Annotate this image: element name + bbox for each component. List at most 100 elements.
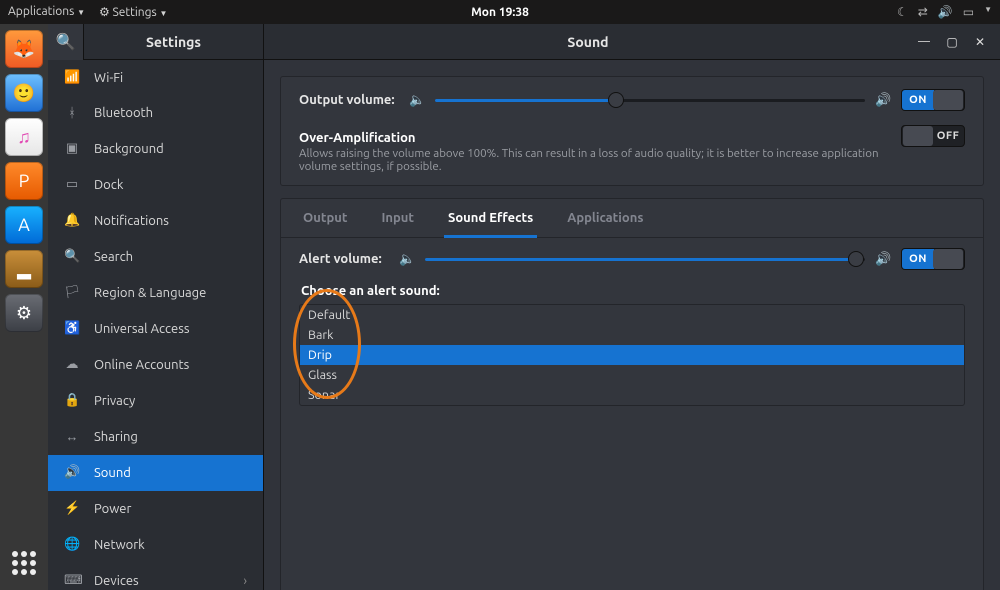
online-accounts-icon: ☁ (64, 357, 80, 372)
dock-files[interactable]: 🙂 (5, 74, 43, 112)
battery-icon[interactable]: ▭ (963, 5, 974, 19)
dock-software[interactable]: A (5, 206, 43, 244)
sidebar-item-wi-fi[interactable]: 📶 Wi-Fi (48, 60, 263, 96)
output-volume-label: Output volume: (299, 93, 399, 107)
night-icon[interactable]: ☾ (897, 5, 908, 19)
panel-title: Sound (264, 34, 912, 50)
power-menu-icon[interactable]: ▼ (984, 5, 992, 19)
dock-firefox[interactable]: 🦊 (5, 30, 43, 68)
settings-sidebar[interactable]: 📶 Wi-Fi ᚼ Bluetooth ▣ Background ▭ Dock 🔔 Notific… (48, 60, 264, 590)
tab-output[interactable]: Output (299, 199, 351, 238)
notifications-icon: 🔔 (64, 213, 80, 228)
sidebar-item-label: Region & Language (94, 286, 206, 300)
header-search-button[interactable]: 🔍 (48, 24, 84, 60)
sound-tabs-card: Output Input Sound Effects Applications Ale… (280, 198, 984, 590)
sidebar-item-region-language[interactable]: 🏳 Region & Language (48, 275, 263, 311)
bluetooth-icon: ᚼ (64, 106, 80, 120)
sidebar-item-network[interactable]: 🌐 Network (48, 527, 263, 563)
speaker-high-icon: 🔊 (875, 93, 891, 108)
network-icon: 🌐 (64, 537, 80, 552)
top-panel: Applications ▼ ⚙ Settings ▼ Mon 19:38 ☾ … (0, 0, 1000, 24)
tab-applications[interactable]: Applications (563, 199, 647, 238)
sidebar-item-sharing[interactable]: ↔ Sharing (48, 419, 263, 455)
sidebar-item-label: Network (94, 538, 145, 552)
sidebar-item-label: Power (94, 502, 131, 516)
dock: 🦊 🙂 ♫ P A ▂ ⚙ (0, 24, 48, 590)
settings-window: 🔍 Settings Sound — ▢ ✕ 📶 Wi-Fi ᚼ Bluetooth ▣… (48, 24, 1000, 590)
tab-sound-effects[interactable]: Sound Effects (444, 199, 537, 238)
speaker-high-icon: 🔊 (875, 252, 891, 267)
alert-sound-drip[interactable]: Drip (300, 345, 964, 365)
alert-sound-sonar[interactable]: Sonar (300, 385, 964, 405)
clock[interactable]: Mon 19:38 (471, 6, 529, 19)
applications-menu[interactable]: Applications ▼ (8, 5, 85, 19)
titlebar: 🔍 Settings Sound — ▢ ✕ (48, 24, 1000, 60)
sidebar-item-dock[interactable]: ▭ Dock (48, 167, 263, 203)
sidebar-item-search[interactable]: 🔍Search (48, 239, 263, 275)
sound-tabs: Output Input Sound Effects Applications (281, 199, 983, 238)
sidebar-item-power[interactable]: ⚡ Power (48, 491, 263, 527)
sidebar-item-label: Wi-Fi (94, 71, 123, 85)
dock-music[interactable]: ♫ (5, 118, 43, 156)
alert-sound-bark[interactable]: Bark (300, 325, 964, 345)
over-amplification-switch[interactable]: OFF (901, 125, 965, 147)
tab-input[interactable]: Input (377, 199, 418, 238)
output-card: Output volume: 🔈 🔊 ON Over-Am (280, 76, 984, 186)
sidebar-item-label: Background (94, 142, 164, 156)
alert-volume-label: Alert volume: (299, 252, 389, 266)
region-language-icon: 🏳 (64, 285, 80, 300)
volume-tray-icon[interactable]: 🔊 (938, 5, 953, 19)
network-icon[interactable]: ⇄ (918, 5, 928, 19)
sidebar-item-label: Bluetooth (94, 106, 153, 120)
alert-volume-slider[interactable] (425, 251, 865, 267)
sound-icon: 🔊 (64, 465, 80, 480)
sidebar-item-universal-access[interactable]: ♿ Universal Access (48, 311, 263, 347)
sidebar-item-label: Privacy (94, 394, 135, 408)
maximize-button[interactable]: ▢ (940, 31, 964, 53)
sidebar-item-online-accounts[interactable]: ☁Online Accounts (48, 347, 263, 383)
sidebar-item-sound[interactable]: 🔊Sound (48, 455, 263, 491)
over-amplification-title: Over-Amplification (299, 131, 891, 145)
show-applications[interactable] (5, 544, 43, 582)
sidebar-item-label: Sharing (94, 430, 138, 444)
sidebar-item-label: Devices (94, 574, 139, 588)
minimize-button[interactable]: — (912, 31, 936, 53)
alert-sound-glass[interactable]: Glass (300, 365, 964, 385)
alert-sound-default[interactable]: Default (300, 305, 964, 325)
speaker-low-icon: 🔈 (409, 93, 425, 108)
active-app-menu[interactable]: ⚙ Settings ▼ (99, 5, 167, 19)
sidebar-item-label: Universal Access (94, 322, 189, 336)
choose-alert-sound-label: Choose an alert sound: (301, 284, 965, 298)
close-button[interactable]: ✕ (968, 31, 992, 53)
sidebar-item-label: Dock (94, 178, 123, 192)
over-amplification-description: Allows raising the volume above 100%. Th… (299, 147, 891, 173)
sharing-icon: ↔ (64, 429, 80, 444)
sidebar-item-label: Search (94, 250, 133, 264)
privacy-icon: 🔒 (64, 393, 80, 408)
dock-settings[interactable]: ⚙ (5, 294, 43, 332)
alert-mute-switch[interactable]: ON (901, 248, 965, 270)
alert-sound-list[interactable]: DefaultBarkDripGlassSonar (299, 304, 965, 406)
chevron-right-icon: › (243, 574, 247, 588)
sidebar-item-notifications[interactable]: 🔔 Notifications (48, 203, 263, 239)
top-menu: Applications ▼ ⚙ Settings ▼ (8, 5, 167, 19)
search-icon: 🔍 (56, 32, 76, 51)
output-volume-slider[interactable] (435, 92, 865, 108)
sidebar-title: Settings (84, 24, 264, 59)
power-icon: ⚡ (64, 501, 80, 516)
background-icon: ▣ (64, 141, 80, 156)
sidebar-item-privacy[interactable]: 🔒 Privacy (48, 383, 263, 419)
dock-icon: ▭ (64, 177, 80, 192)
wi-fi-icon: 📶 (64, 70, 80, 85)
output-mute-switch[interactable]: ON (901, 89, 965, 111)
system-tray[interactable]: ☾ ⇄ 🔊 ▭ ▼ (897, 5, 992, 19)
sidebar-item-devices[interactable]: ⌨Devices› (48, 563, 263, 590)
dock-drive[interactable]: ▂ (5, 250, 43, 288)
sidebar-item-background[interactable]: ▣ Background (48, 131, 263, 167)
sidebar-item-bluetooth[interactable]: ᚼ Bluetooth (48, 96, 263, 131)
dock-presentation[interactable]: P (5, 162, 43, 200)
sidebar-item-label: Notifications (94, 214, 169, 228)
universal-access-icon: ♿ (64, 321, 80, 336)
settings-main: Output volume: 🔈 🔊 ON Over-Am (264, 60, 1000, 590)
speaker-low-icon: 🔈 (399, 252, 415, 267)
